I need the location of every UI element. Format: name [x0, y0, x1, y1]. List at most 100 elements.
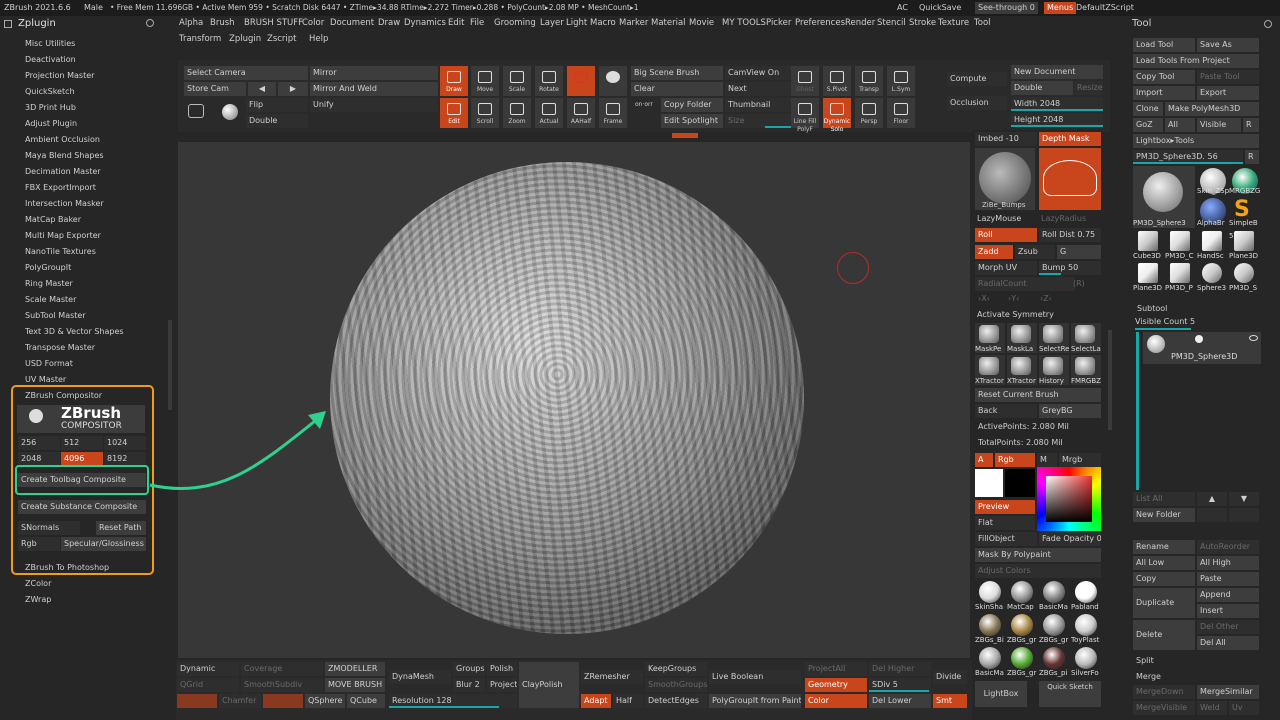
load-tools-from-project-button[interactable]: Load Tools From Project	[1133, 54, 1259, 68]
material-slot[interactable]: SkinSha	[975, 580, 1005, 612]
mrgb-button[interactable]: Mrgb	[1059, 453, 1101, 467]
menu-item[interactable]: Transform	[179, 34, 221, 44]
roll-dist-slider[interactable]: Roll Dist 0.75	[1039, 228, 1101, 242]
flip-button[interactable]: Flip	[246, 98, 308, 112]
res-4096[interactable]: 4096	[61, 452, 103, 466]
lazyradius-slider[interactable]: LazyRadius	[1041, 213, 1086, 225]
shelf-orange-toggle-1[interactable]	[177, 694, 217, 708]
radial-r-button[interactable]: (R)	[1073, 278, 1085, 290]
weld-button[interactable]: Weld	[1197, 701, 1227, 715]
smoothgroups-slider[interactable]: SmoothGroups	[645, 678, 707, 692]
move-up-button[interactable]: ▲	[1197, 492, 1227, 506]
plugin-item[interactable]: PolyGroupIt	[0, 260, 160, 276]
copy-button[interactable]: Copy	[1133, 572, 1195, 586]
tool-thumb[interactable]: Sphere3	[1197, 262, 1227, 292]
back-button[interactable]: Back	[975, 404, 1037, 418]
visible-count-slider[interactable]: Visible Count 5	[1135, 316, 1195, 328]
tool-thumb[interactable]: PM3D_S	[1229, 262, 1259, 292]
smoothsubdiv-slider[interactable]: SmoothSubdiv	[241, 678, 323, 692]
menu-item[interactable]: Texture	[938, 18, 969, 28]
adapt-button[interactable]: Adapt	[581, 694, 611, 708]
all-high-button[interactable]: All High	[1197, 556, 1259, 570]
next-cam-button[interactable]: ▶	[278, 82, 308, 96]
brush-slot[interactable]: XTractor	[975, 355, 1005, 385]
move-button[interactable]: Move	[471, 66, 499, 96]
del-all-button[interactable]: Del All	[1197, 636, 1259, 650]
ghost-button[interactable]: Ghost	[791, 66, 819, 96]
greybg-button[interactable]: GreyBG	[1039, 404, 1101, 418]
brush-slot[interactable]: XTractor	[1007, 355, 1037, 385]
plugin-item[interactable]: Text 3D & Vector Shapes	[0, 324, 160, 340]
menu-item[interactable]: Render	[845, 18, 875, 28]
autoreorder-button[interactable]: AutoReorder	[1197, 540, 1259, 554]
menu-item[interactable]: Stroke	[909, 18, 936, 28]
paste-tool-button[interactable]: Paste Tool	[1197, 70, 1259, 84]
menu-item[interactable]: Edit	[448, 18, 464, 28]
a-button[interactable]: A	[975, 453, 993, 467]
menu-item[interactable]: Picker	[766, 18, 791, 28]
plugin-item[interactable]: USD Format	[0, 356, 160, 372]
see-through-slider[interactable]: See-through 0	[975, 2, 1038, 14]
material-slot[interactable]: ZBGs_gr	[1039, 613, 1069, 645]
create-toolbag-composite-button[interactable]: Create Toolbag Composite	[18, 473, 146, 487]
store-cam-button[interactable]: Store Cam	[184, 82, 246, 96]
menu-item[interactable]: Alpha	[179, 18, 203, 28]
plugin-item[interactable]: Decimation Master	[0, 164, 160, 180]
plugin-zwrap[interactable]: ZWrap	[25, 594, 51, 606]
menu-item[interactable]: File	[470, 18, 484, 28]
load-tool-button[interactable]: Load Tool	[1133, 38, 1195, 52]
menu-item[interactable]: Light	[566, 18, 587, 28]
keepgroups-button[interactable]: KeepGroups	[645, 662, 707, 676]
menu-item[interactable]: Tool	[974, 18, 991, 28]
brush-slot[interactable]: MaskLa	[1007, 323, 1037, 353]
mirror-button[interactable]: Mirror	[310, 66, 438, 80]
zadd-button[interactable]: Zadd	[975, 245, 1013, 259]
edit-button[interactable]: Edit	[440, 98, 468, 128]
subtool-list-scrollbar[interactable]	[1136, 332, 1139, 490]
material-slot[interactable]: ToyPlast	[1071, 613, 1101, 645]
save-as-button[interactable]: Save As	[1197, 38, 1259, 52]
polygroupit-from-paint-button[interactable]: PolyGroupIt from Paint	[709, 694, 801, 708]
move-brush-button[interactable]: MOVE BRUSH	[325, 678, 385, 692]
plugin-item[interactable]: Maya Blend Shapes	[0, 148, 160, 164]
plugin-item[interactable]: SubTool Master	[0, 308, 160, 324]
coverage-slider[interactable]: Coverage	[241, 662, 323, 676]
adjust-colors-button[interactable]: Adjust Colors	[975, 564, 1101, 578]
insert-button[interactable]: Insert	[1197, 604, 1259, 618]
projectall-button[interactable]: ProjectAll	[805, 662, 867, 676]
menu-item[interactable]: Material	[651, 18, 686, 28]
tool-thumb[interactable]: Plane3D	[1229, 230, 1259, 260]
depth-mask-button[interactable]: Depth Mask	[1039, 132, 1101, 146]
all-low-button[interactable]: All Low	[1133, 556, 1195, 570]
tool-thumb[interactable]: PM3D_P	[1165, 262, 1195, 292]
sphere-model[interactable]	[330, 162, 804, 634]
del-lower-button[interactable]: Del Lower	[869, 694, 931, 708]
big-scene-brush-button[interactable]: Big Scene Brush	[631, 66, 723, 80]
preview-button[interactable]: Preview	[975, 500, 1035, 514]
lightbox-button[interactable]: LightBox	[975, 681, 1027, 707]
plugin-item[interactable]: Deactivation	[0, 52, 160, 68]
material-slot[interactable]: MatCap	[1007, 580, 1037, 612]
qgrid-button[interactable]: QGrid	[177, 678, 239, 692]
default-zscript-button[interactable]: DefaultZScript	[1076, 0, 1134, 16]
smt-button[interactable]: Smt	[933, 694, 967, 708]
menu-item[interactable]: Preferences	[795, 18, 845, 28]
res-512[interactable]: 512	[61, 436, 103, 450]
scale-button[interactable]: Scale	[503, 66, 531, 96]
brush-slot[interactable]: SelectRe	[1039, 323, 1069, 353]
visible-button[interactable]: Visible	[1197, 118, 1241, 132]
split-menu[interactable]: Split	[1136, 655, 1154, 667]
tool-thumb[interactable]: Plane3D	[1133, 262, 1163, 292]
subtool-item[interactable]: PM3D_Sphere3D	[1143, 332, 1261, 364]
menu-item[interactable]: Document	[330, 18, 374, 28]
g-button[interactable]: G	[1057, 245, 1101, 259]
delete-button[interactable]: Delete	[1133, 620, 1195, 650]
copy-folder-button[interactable]: Copy Folder	[661, 98, 723, 112]
rgb-button[interactable]: Rgb	[995, 453, 1035, 467]
menu-item[interactable]: Help	[309, 34, 328, 44]
lazymouse-toggle[interactable]: LazyMouse	[977, 213, 1021, 225]
dynamic-solo-button[interactable]: Dynamic Solo	[823, 98, 851, 133]
plugin-item[interactable]: Transpose Master	[0, 340, 160, 356]
polyf-button[interactable]: Line Fill PolyF	[791, 98, 819, 133]
tool-refresh-icon[interactable]	[1264, 20, 1272, 28]
